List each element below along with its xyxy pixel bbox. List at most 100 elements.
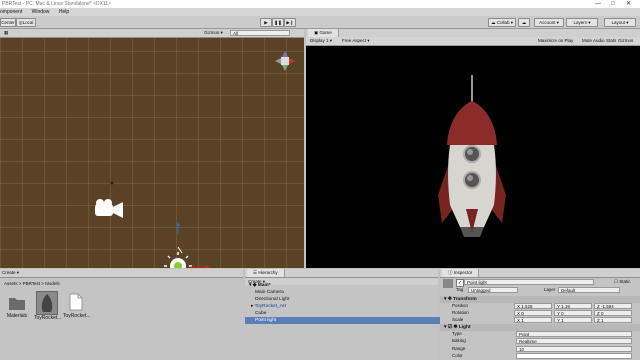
aspect-dropdown[interactable]: Free Aspect ▾: [342, 37, 370, 45]
play-button[interactable]: ▶: [260, 18, 272, 27]
collab-button[interactable]: ☁ Collab ▾: [488, 18, 516, 27]
position-y-field[interactable]: Y 1.19: [554, 303, 592, 309]
range-field[interactable]: 10: [516, 346, 632, 352]
breadcrumb[interactable]: Assets > PBRTest > Models: [4, 281, 60, 287]
game-gizmos-dropdown[interactable]: Gizmos: [618, 37, 633, 45]
layers-dropdown[interactable]: Layers ▾: [566, 18, 598, 27]
rotation-y-field[interactable]: Y 0: [554, 310, 592, 316]
layer-dropdown[interactable]: Default: [558, 287, 620, 293]
hierarchy-item-directional-light[interactable]: Directional Light: [245, 296, 444, 303]
hierarchy-item-cube[interactable]: Cube: [245, 310, 444, 317]
display-label: Display 1: [310, 38, 329, 43]
project-item-label: Materials: [6, 313, 28, 319]
aspect-label: Free Aspect: [342, 38, 367, 43]
project-item-label: ToyRocket...: [34, 315, 62, 321]
menu-component[interactable]: omponent: [0, 9, 22, 15]
tab-hierarchy[interactable]: ☰ Hierarchy: [247, 269, 285, 277]
hierarchy-item-point-light[interactable]: Point light: [245, 317, 448, 324]
hierarchy-item-toyrocket[interactable]: ▸ ToyRocket_AH: [245, 303, 440, 310]
project-item-toyrocket-model[interactable]: ToyRocket...: [34, 291, 62, 321]
maximize-button[interactable]: □: [611, 0, 615, 8]
hierarchy-tab-label: Hierarchy: [258, 270, 278, 275]
mute-audio-toggle[interactable]: Mute Audio: [582, 37, 605, 45]
baking-dropdown[interactable]: Realtime: [516, 338, 632, 344]
layers-label: Layers: [573, 20, 587, 25]
position-x-field[interactable]: X 1.528: [514, 303, 552, 309]
stats-toggle[interactable]: Stats: [606, 37, 616, 45]
account-dropdown[interactable]: Account ▾: [534, 18, 564, 27]
light-icon: ✹: [453, 325, 458, 330]
range-label: Range: [452, 346, 466, 351]
play-icon: ▶: [264, 20, 268, 25]
inspector-panel: ⓘ Inspector ✓ Point light ☐ Static Tag U…: [440, 269, 640, 360]
color-label: Color: [452, 353, 463, 358]
menu-help[interactable]: Help: [59, 9, 69, 15]
project-item-label: ToyRocket...: [63, 313, 91, 319]
pivot-toggle[interactable]: Center: [0, 18, 16, 27]
tag-label: Tag: [456, 287, 464, 292]
point-light-gizmo-icon[interactable]: [164, 222, 210, 268]
object-name-field[interactable]: Point light: [464, 279, 594, 285]
hierarchy-scene-row[interactable]: ▾ ◆ Main*: [245, 282, 442, 289]
static-toggle[interactable]: ☐ Static: [614, 279, 631, 285]
collab-label: Collab: [496, 20, 510, 25]
transform-header[interactable]: ▾ ✥ Transform: [440, 296, 640, 303]
color-field[interactable]: [516, 353, 632, 359]
orientation-gizmo[interactable]: [275, 51, 295, 71]
project-item-toyrocket-asset[interactable]: ToyRocket...: [63, 293, 91, 319]
inspector-tab-label: Inspector: [453, 270, 473, 275]
game-icon: ▣: [314, 30, 319, 35]
light-object-icon: [443, 279, 453, 288]
game-toolbar: Display 1 ▾ Free Aspect ▾ Maximize on Pl…: [306, 37, 640, 46]
tag-dropdown[interactable]: Untagged: [468, 287, 518, 293]
position-z-field[interactable]: Z -1.594: [594, 303, 632, 309]
cloud-services-button[interactable]: ☁: [518, 18, 530, 27]
model-icon: [36, 291, 58, 315]
hierarchy-item-main-camera[interactable]: Main Camera: [245, 289, 444, 296]
window-title: PBRTest - PC, Mac & Linux Standalone* <D…: [2, 1, 112, 7]
pause-button[interactable]: ❚❚: [272, 18, 284, 27]
minimize-button[interactable]: —: [595, 0, 601, 8]
type-label: Type: [452, 331, 462, 336]
project-create-dropdown[interactable]: Create ▾: [2, 269, 19, 277]
scale-y-field[interactable]: Y 1: [554, 317, 592, 323]
display-dropdown[interactable]: Display 1 ▾: [310, 37, 332, 45]
camera-gizmo-icon[interactable]: [95, 181, 123, 219]
game-view[interactable]: [306, 29, 640, 268]
static-label: Static: [619, 279, 631, 284]
position-label: Position: [452, 303, 469, 308]
hierarchy-panel: ☰ Hierarchy Create ▾ ▾ ◆ Main* Main Came…: [245, 269, 448, 360]
tab-game[interactable]: ▣ Game: [308, 29, 339, 37]
folder-icon: [9, 298, 25, 310]
tab-inspector[interactable]: ⓘ Inspector: [442, 269, 480, 277]
cloud-icon: ☁: [521, 20, 527, 25]
menu-window[interactable]: Window: [32, 9, 50, 15]
pause-icon: ❚❚: [274, 20, 282, 25]
unity-icon: ◆: [252, 283, 257, 288]
project-toolbar: Create ▾: [0, 269, 243, 278]
baking-label: Baking: [452, 338, 466, 343]
rotation-x-field[interactable]: X 0: [514, 310, 552, 316]
project-item-materials[interactable]: Materials: [6, 295, 28, 319]
transform-icon: ✥: [447, 297, 452, 302]
scale-x-field[interactable]: X 1: [514, 317, 552, 323]
project-create-label: Create: [2, 270, 16, 275]
active-checkbox[interactable]: ✓: [456, 279, 464, 287]
light-header[interactable]: ▾ ☑ ✹ Light: [440, 324, 640, 331]
space-toggle[interactable]: ◎Local: [16, 18, 36, 27]
project-panel: Create ▾ Assets > PBRTest > Models Mater…: [0, 269, 243, 360]
game-render: [438, 75, 506, 237]
hierarchy-item-label: ToyRocket_AH: [254, 304, 287, 309]
scale-z-field[interactable]: Z 1: [594, 317, 632, 323]
scene-view[interactable]: ▦ Gizmos ▾ All: [0, 29, 304, 268]
layout-dropdown[interactable]: Layout ▾: [604, 18, 636, 27]
type-dropdown[interactable]: Point: [516, 331, 632, 337]
account-label: Account: [539, 20, 556, 25]
close-button[interactable]: ✕: [626, 0, 631, 8]
cloud-icon: ☁: [490, 20, 496, 25]
layer-label: Layer: [544, 287, 556, 292]
rotation-z-field[interactable]: Z 0: [594, 310, 632, 316]
info-icon: ⓘ: [448, 270, 453, 275]
step-button[interactable]: ▶❙: [284, 18, 296, 27]
maximize-on-play-toggle[interactable]: Maximize on Play: [538, 37, 573, 45]
